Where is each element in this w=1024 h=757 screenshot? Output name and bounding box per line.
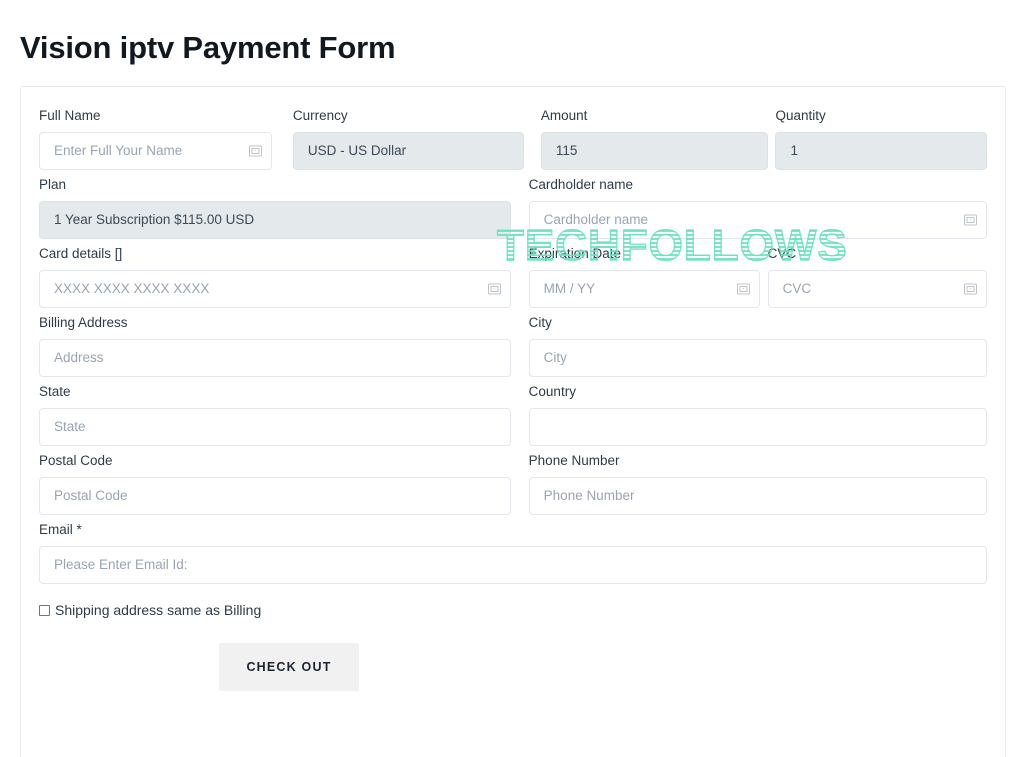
field-plan: Plan 1 Year Subscription $115.00 USD [39,170,512,239]
phone-number-placeholder: Phone Number [543,488,635,503]
card-number-input[interactable]: XXXX XXXX XXXX XXXX [39,270,512,308]
field-cvc: CVC CVC [767,239,987,308]
plan-select[interactable]: 1 Year Subscription $115.00 USD [39,201,512,239]
amount-value: 115 [555,143,578,158]
field-expiration-date: Expiration Date MM / YY [528,239,760,308]
email-label: Email * [39,522,82,537]
field-state: State State [39,377,512,446]
payment-form-card: Full Name Enter Full Your Name Currency … [20,86,1006,757]
city-placeholder: City [543,350,567,365]
state-input[interactable]: State [39,408,512,446]
shipping-same-as-billing-row[interactable]: Shipping address same as Billing [39,601,987,619]
shipping-same-as-billing-checkbox[interactable] [39,604,50,616]
field-quantity: Quantity 1 [775,101,987,170]
card-details-label: Card details [] [39,246,123,261]
form-row-state-country: State State Country [39,377,987,446]
cvc-placeholder: CVC [782,281,812,296]
submit-row: CHECK OUT [39,643,987,691]
cvc-input[interactable]: CVC [767,270,987,308]
form-row-card: Card details [] XXXX XXXX XXXX XXXX Expi… [39,239,987,308]
card-number-placeholder: XXXX XXXX XXXX XXXX [54,281,210,296]
plan-label: Plan [39,177,67,192]
form-row-plan: Plan 1 Year Subscription $115.00 USD Car… [39,170,987,239]
autofill-icon[interactable] [488,283,502,296]
autofill-icon[interactable] [736,283,750,296]
field-amount: Amount 115 [540,101,768,170]
full-name-input[interactable]: Enter Full Your Name [39,132,272,170]
billing-address-input[interactable]: Address [39,339,512,377]
country-label: Country [528,384,576,399]
field-billing-address: Billing Address Address [39,308,512,377]
billing-address-label: Billing Address [39,315,128,330]
phone-number-label: Phone Number [528,453,620,468]
phone-number-input[interactable]: Phone Number [528,477,987,515]
city-label: City [528,315,552,330]
email-placeholder: Please Enter Email Id: [54,557,188,572]
quantity-label: Quantity [775,108,826,123]
quantity-value: 1 [790,143,798,158]
field-postal-code: Postal Code Postal Code [39,446,512,515]
field-cardholder-name: Cardholder name Cardholder name [528,170,987,239]
country-select[interactable] [528,408,987,446]
expiration-date-input[interactable]: MM / YY [528,270,760,308]
postal-code-input[interactable]: Postal Code [39,477,512,515]
cardholder-name-placeholder: Cardholder name [543,212,648,227]
check-out-button[interactable]: CHECK OUT [219,643,359,691]
state-label: State [39,384,71,399]
expiration-date-placeholder: MM / YY [543,281,596,296]
postal-code-placeholder: Postal Code [54,488,128,503]
field-city: City City [528,308,987,377]
billing-address-placeholder: Address [54,350,104,365]
full-name-placeholder: Enter Full Your Name [54,143,183,158]
page-title: Vision iptv Payment Form [20,30,396,65]
cvc-label: CVC [767,246,797,261]
full-name-label: Full Name [39,108,101,123]
form-row-postal-phone: Postal Code Postal Code Phone Number Pho… [39,446,987,515]
field-phone-number: Phone Number Phone Number [528,446,987,515]
field-country: Country [528,377,987,446]
autofill-icon[interactable] [248,145,262,158]
form-row-email: Email * Please Enter Email Id: [39,515,987,584]
currency-select[interactable]: USD - US Dollar [292,132,524,170]
field-email: Email * Please Enter Email Id: [39,515,987,584]
autofill-icon[interactable] [964,283,977,296]
cardholder-name-input[interactable]: Cardholder name [528,201,987,239]
amount-label: Amount [540,108,588,123]
state-placeholder: State [54,419,86,434]
postal-code-label: Postal Code [39,453,113,468]
field-full-name: Full Name Enter Full Your Name [39,101,272,170]
quantity-input[interactable]: 1 [775,132,987,170]
plan-value: 1 Year Subscription $115.00 USD [54,212,255,227]
city-input[interactable]: City [528,339,987,377]
amount-input[interactable]: 115 [540,132,768,170]
payment-form-page: Vision iptv Payment Form Full Name Enter… [0,0,1024,757]
currency-value: USD - US Dollar [307,143,407,158]
field-card-details: Card details [] XXXX XXXX XXXX XXXX [39,239,512,308]
field-currency: Currency USD - US Dollar [292,101,524,170]
expiration-date-label: Expiration Date [528,246,621,261]
email-input[interactable]: Please Enter Email Id: [39,546,987,584]
cardholder-name-label: Cardholder name [528,177,633,192]
form-row-identity: Full Name Enter Full Your Name Currency … [39,101,987,170]
form-row-address: Billing Address Address City City [39,308,987,377]
currency-label: Currency [292,108,348,123]
autofill-icon[interactable] [964,214,977,227]
shipping-same-as-billing-label: Shipping address same as Billing [55,602,262,618]
